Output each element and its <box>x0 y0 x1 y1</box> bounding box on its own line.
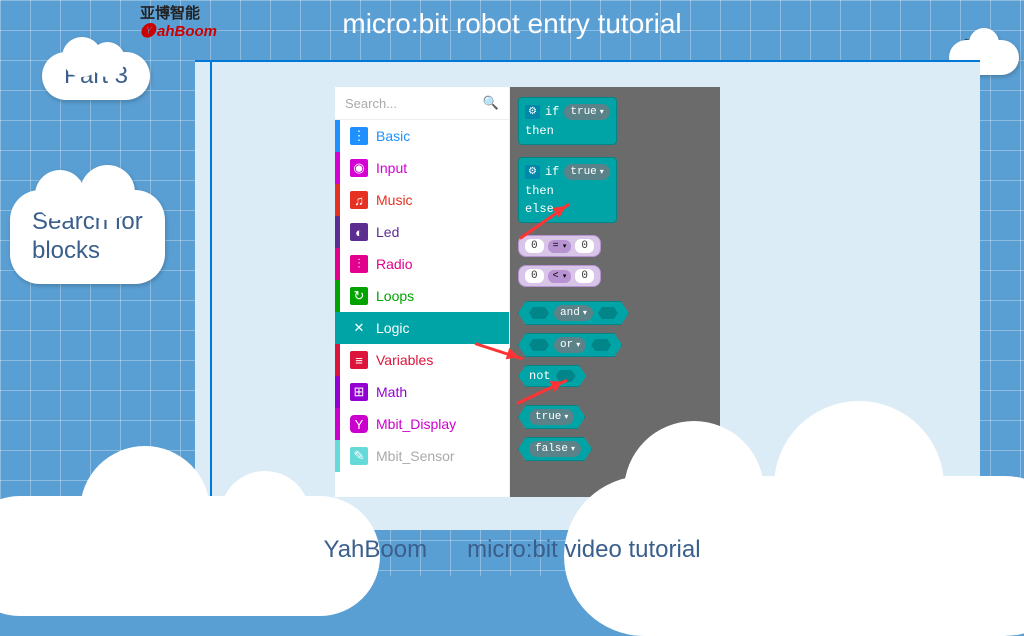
calculator-icon: ⊞ <box>350 383 368 401</box>
list-icon: ≡ <box>350 351 368 369</box>
category-led[interactable]: ◐Led <box>335 216 509 248</box>
operator-dropdown[interactable]: = <box>548 240 572 253</box>
gear-icon[interactable]: ⚙ <box>525 105 540 119</box>
or-dropdown[interactable]: or <box>554 337 586 353</box>
category-music[interactable]: ♫Music <box>335 184 509 216</box>
number-input[interactable]: 0 <box>525 269 544 283</box>
category-math[interactable]: ⊞Math <box>335 376 509 408</box>
category-variables[interactable]: ≡Variables <box>335 344 509 376</box>
display-icon: Y <box>350 415 368 433</box>
slide-subtitle: Search for blocks <box>10 190 165 284</box>
and-dropdown[interactable]: and <box>554 305 593 321</box>
headphones-icon: ♫ <box>350 191 368 209</box>
true-dropdown[interactable]: true <box>564 104 609 120</box>
category-mbit-display[interactable]: YMbit_Display <box>335 408 509 440</box>
category-panel: Search... 🔍 ⋮⋮⋮Basic ◉Input ♫Music ◐Led … <box>335 87 510 497</box>
footer: YahBoom micro:bit video tutorial <box>0 506 1024 576</box>
target-icon: ◉ <box>350 159 368 177</box>
bool-dropdown[interactable]: true <box>529 409 574 425</box>
true-block[interactable]: true <box>518 405 585 429</box>
or-block[interactable]: or <box>518 333 622 357</box>
search-input[interactable]: Search... 🔍 <box>335 87 509 120</box>
if-then-block[interactable]: ⚙if true then <box>518 97 617 145</box>
and-block[interactable]: and <box>518 301 629 325</box>
category-mbit-sensor[interactable]: ✎Mbit_Sensor <box>335 440 509 472</box>
brand-logo: 亚博智能 ahBoom <box>140 5 217 41</box>
sensor-icon: ✎ <box>350 447 368 465</box>
part-label: Part 3 <box>42 52 150 100</box>
category-radio[interactable]: ⫶Radio <box>335 248 509 280</box>
grid-icon: ⋮⋮⋮ <box>350 127 368 145</box>
footer-text: micro:bit video tutorial <box>467 536 700 564</box>
category-basic[interactable]: ⋮⋮⋮Basic <box>335 120 509 152</box>
shuffle-icon: ✕ <box>350 319 368 337</box>
number-input[interactable]: 0 <box>575 269 594 283</box>
category-input[interactable]: ◉Input <box>335 152 509 184</box>
refresh-icon: ↻ <box>350 287 368 305</box>
equals-block[interactable]: 0 = 0 <box>518 235 601 257</box>
false-block[interactable]: false <box>518 437 592 461</box>
number-input[interactable]: 0 <box>525 239 544 253</box>
operator-dropdown[interactable]: < <box>548 270 572 283</box>
signal-icon: ⫶ <box>350 255 368 273</box>
lessthan-block[interactable]: 0 < 0 <box>518 265 601 287</box>
if-then-else-block[interactable]: ⚙if true then else <box>518 157 617 223</box>
gear-icon[interactable]: ⚙ <box>525 165 540 179</box>
page-title: micro:bit robot entry tutorial <box>342 8 681 40</box>
bool-dropdown[interactable]: false <box>529 441 581 457</box>
number-input[interactable]: 0 <box>575 239 594 253</box>
toggle-icon: ◐ <box>350 223 368 241</box>
true-dropdown[interactable]: true <box>564 164 609 180</box>
category-logic[interactable]: ✕Logic <box>335 312 509 344</box>
footer-brand: YahBoom <box>323 536 427 564</box>
search-icon: 🔍 <box>483 95 499 111</box>
category-loops[interactable]: ↻Loops <box>335 280 509 312</box>
